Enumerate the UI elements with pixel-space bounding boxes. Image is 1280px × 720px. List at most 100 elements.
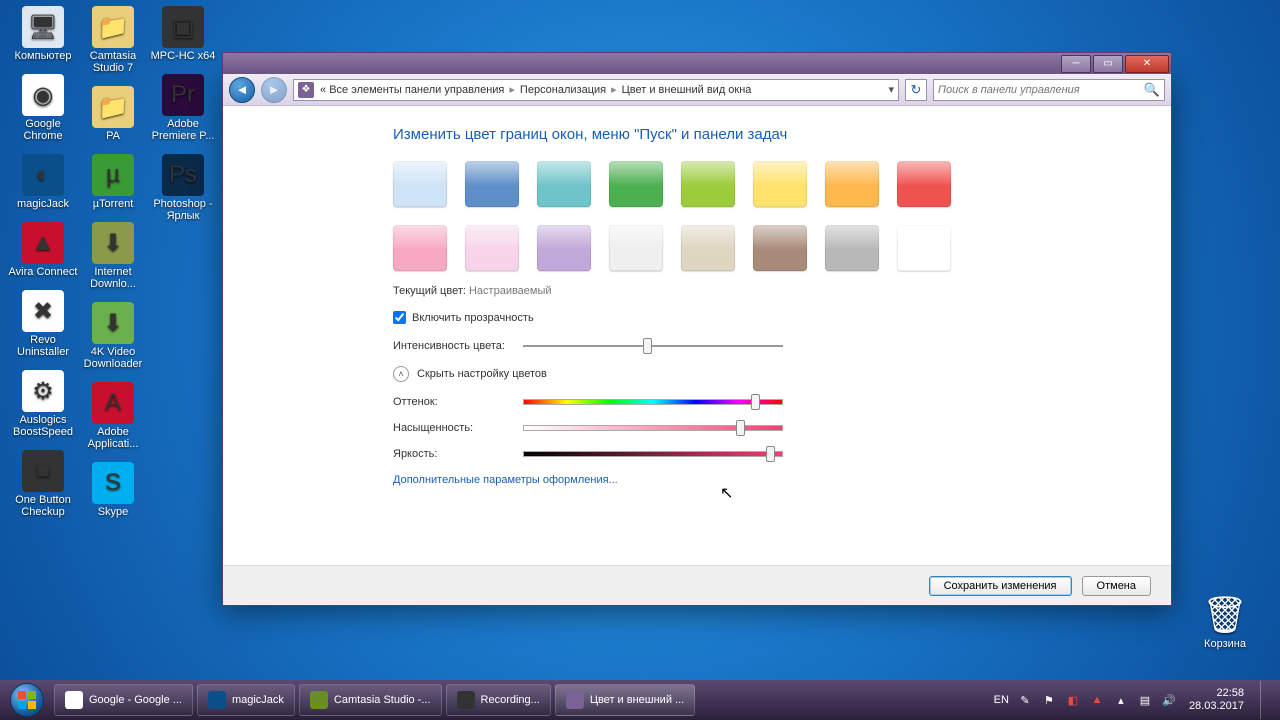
desktop-icon[interactable]: µµTorrent <box>78 154 148 210</box>
color-swatch[interactable] <box>609 225 663 271</box>
desktop-icon[interactable]: ⚙Auslogics BoostSpeed <box>8 370 78 438</box>
color-swatch[interactable] <box>681 225 735 271</box>
desktop-icon[interactable]: 📁PA <box>78 86 148 142</box>
search-box[interactable]: 🔍 <box>933 79 1165 101</box>
breadcrumb-root[interactable]: Все элементы панели управления <box>329 84 504 96</box>
show-desktop-button[interactable] <box>1260 681 1272 719</box>
tray-chevron-up-icon[interactable]: ▴ <box>1113 692 1129 708</box>
color-swatch[interactable] <box>393 225 447 271</box>
breadcrumb-dropdown-icon[interactable]: ▾ <box>888 83 894 96</box>
taskbar-button[interactable]: Camtasia Studio -... <box>299 684 442 716</box>
desktop-icon[interactable]: PsPhotoshop - Ярлык <box>148 154 218 222</box>
desktop-icon[interactable]: ■One Button Checkup <box>8 450 78 518</box>
color-swatch[interactable] <box>609 161 663 207</box>
desktop-icon[interactable]: 📁Camtasia Studio 7 <box>78 6 148 74</box>
desktop-icon-recycle-bin[interactable]: 🗑 Корзина <box>1190 594 1260 650</box>
search-icon[interactable]: 🔍 <box>1144 82 1160 98</box>
tray-antivirus-icon[interactable]: ▲ <box>1089 692 1105 708</box>
color-swatch[interactable] <box>897 225 951 271</box>
transparency-checkbox[interactable] <box>393 311 406 324</box>
window-titlebar[interactable]: ─ ▭ ✕ <box>222 52 1172 74</box>
current-color-value: Настраиваемый <box>469 285 552 297</box>
window-content: Изменить цвет границ окон, меню "Пуск" и… <box>223 106 1171 565</box>
app-icon: ◐ <box>22 154 64 196</box>
desktop-icon-label: 4K Video Downloader <box>78 346 148 370</box>
desktop-icon[interactable]: ◐magicJack <box>8 154 78 210</box>
desktop-icon[interactable]: ◉Google Chrome <box>8 74 78 142</box>
desktop-icon-label: Revo Uninstaller <box>8 334 78 358</box>
breadcrumb-mid[interactable]: Персонализация <box>520 84 606 96</box>
transparency-label: Включить прозрачность <box>412 312 534 324</box>
expander-label: Скрыть настройку цветов <box>417 368 547 380</box>
search-input[interactable] <box>938 84 1144 96</box>
trash-icon: 🗑 <box>1204 594 1246 636</box>
close-button[interactable]: ✕ <box>1125 55 1169 73</box>
nav-forward-button[interactable]: ► <box>261 77 287 103</box>
tray-flag-icon[interactable]: ⚑ <box>1041 692 1057 708</box>
desktop-icon[interactable]: ✖Revo Uninstaller <box>8 290 78 358</box>
tray-shield-icon[interactable]: ◧ <box>1065 692 1081 708</box>
minimize-button[interactable]: ─ <box>1061 55 1091 73</box>
desktop-icon[interactable]: 🖥Компьютер <box>8 6 78 62</box>
window-footer: Сохранить изменения Отмена <box>223 565 1171 605</box>
color-swatch[interactable] <box>393 161 447 207</box>
taskbar-button[interactable]: Цвет и внешний ... <box>555 684 695 716</box>
color-swatches <box>393 161 993 271</box>
color-swatch[interactable] <box>825 161 879 207</box>
color-swatch[interactable] <box>753 225 807 271</box>
desktop-icon[interactable]: ▣MPC-HC x64 <box>148 6 218 62</box>
app-icon: S <box>92 462 134 504</box>
color-swatch[interactable] <box>681 161 735 207</box>
color-swatch[interactable] <box>825 225 879 271</box>
color-swatch[interactable] <box>897 161 951 207</box>
app-icon: ◉ <box>22 74 64 116</box>
tray-pen-icon[interactable]: ✎ <box>1017 692 1033 708</box>
color-swatch[interactable] <box>465 225 519 271</box>
taskbar-clock[interactable]: 22:58 28.03.2017 <box>1185 687 1248 713</box>
taskbar: Google - Google ...magicJack Camtasia Stu… <box>0 680 1280 720</box>
tray-volume-icon[interactable]: 🔊 <box>1161 692 1177 708</box>
windows-logo-icon <box>10 683 44 717</box>
nav-back-button[interactable]: ◄ <box>229 77 255 103</box>
taskbar-button[interactable]: Google - Google ... <box>54 684 193 716</box>
saturation-slider[interactable] <box>523 424 783 432</box>
desktop-icon[interactable]: ⬇Internet Downlo... <box>78 222 148 290</box>
color-swatch[interactable] <box>537 225 591 271</box>
desktop-icon-label: Adobe Applicati... <box>78 426 148 450</box>
desktop-icon-label: Компьютер <box>15 50 72 62</box>
desktop-icon-label: Photoshop - Ярлык <box>148 198 218 222</box>
cancel-button[interactable]: Отмена <box>1082 576 1151 596</box>
brightness-slider[interactable] <box>523 450 783 458</box>
desktop-icon[interactable]: ⬇4K Video Downloader <box>78 302 148 370</box>
color-swatch[interactable] <box>465 161 519 207</box>
breadcrumb[interactable]: ❖ « Все элементы панели управления ▸ Пер… <box>293 79 899 101</box>
refresh-button[interactable]: ↻ <box>905 79 927 101</box>
color-swatch[interactable] <box>753 161 807 207</box>
clock-date: 28.03.2017 <box>1189 700 1244 713</box>
app-icon: ▲ <box>22 222 64 264</box>
start-button[interactable] <box>0 680 54 720</box>
desktop-icon[interactable]: ▲Avira Connect <box>8 222 78 278</box>
desktop-icon-label: Google Chrome <box>8 118 78 142</box>
color-mixer-expander[interactable]: ˄ Скрыть настройку цветов <box>393 366 1141 382</box>
maximize-button[interactable]: ▭ <box>1093 55 1123 73</box>
taskbar-button-label: Recording... <box>481 694 540 706</box>
taskbar-button[interactable]: Recording... <box>446 684 551 716</box>
transparency-checkbox-row[interactable]: Включить прозрачность <box>393 311 1141 324</box>
taskbar-button-label: Цвет и внешний ... <box>590 694 684 706</box>
advanced-appearance-link[interactable]: Дополнительные параметры оформления... <box>393 474 1141 486</box>
breadcrumb-leaf[interactable]: Цвет и внешний вид окна <box>622 84 752 96</box>
desktop-icon[interactable]: SSkype <box>78 462 148 518</box>
desktop-icon-label: Camtasia Studio 7 <box>78 50 148 74</box>
tray-network-icon[interactable]: ▤ <box>1137 692 1153 708</box>
language-indicator[interactable]: EN <box>994 694 1009 706</box>
save-button[interactable]: Сохранить изменения <box>929 576 1072 596</box>
hue-slider[interactable] <box>523 398 783 406</box>
clock-time: 22:58 <box>1189 687 1244 700</box>
desktop-icon[interactable]: AAdobe Applicati... <box>78 382 148 450</box>
taskbar-button-label: Camtasia Studio -... <box>334 694 431 706</box>
desktop-icon[interactable]: PrAdobe Premiere P... <box>148 74 218 142</box>
color-swatch[interactable] <box>537 161 591 207</box>
taskbar-button[interactable]: magicJack <box>197 684 295 716</box>
intensity-slider[interactable] <box>523 342 783 350</box>
